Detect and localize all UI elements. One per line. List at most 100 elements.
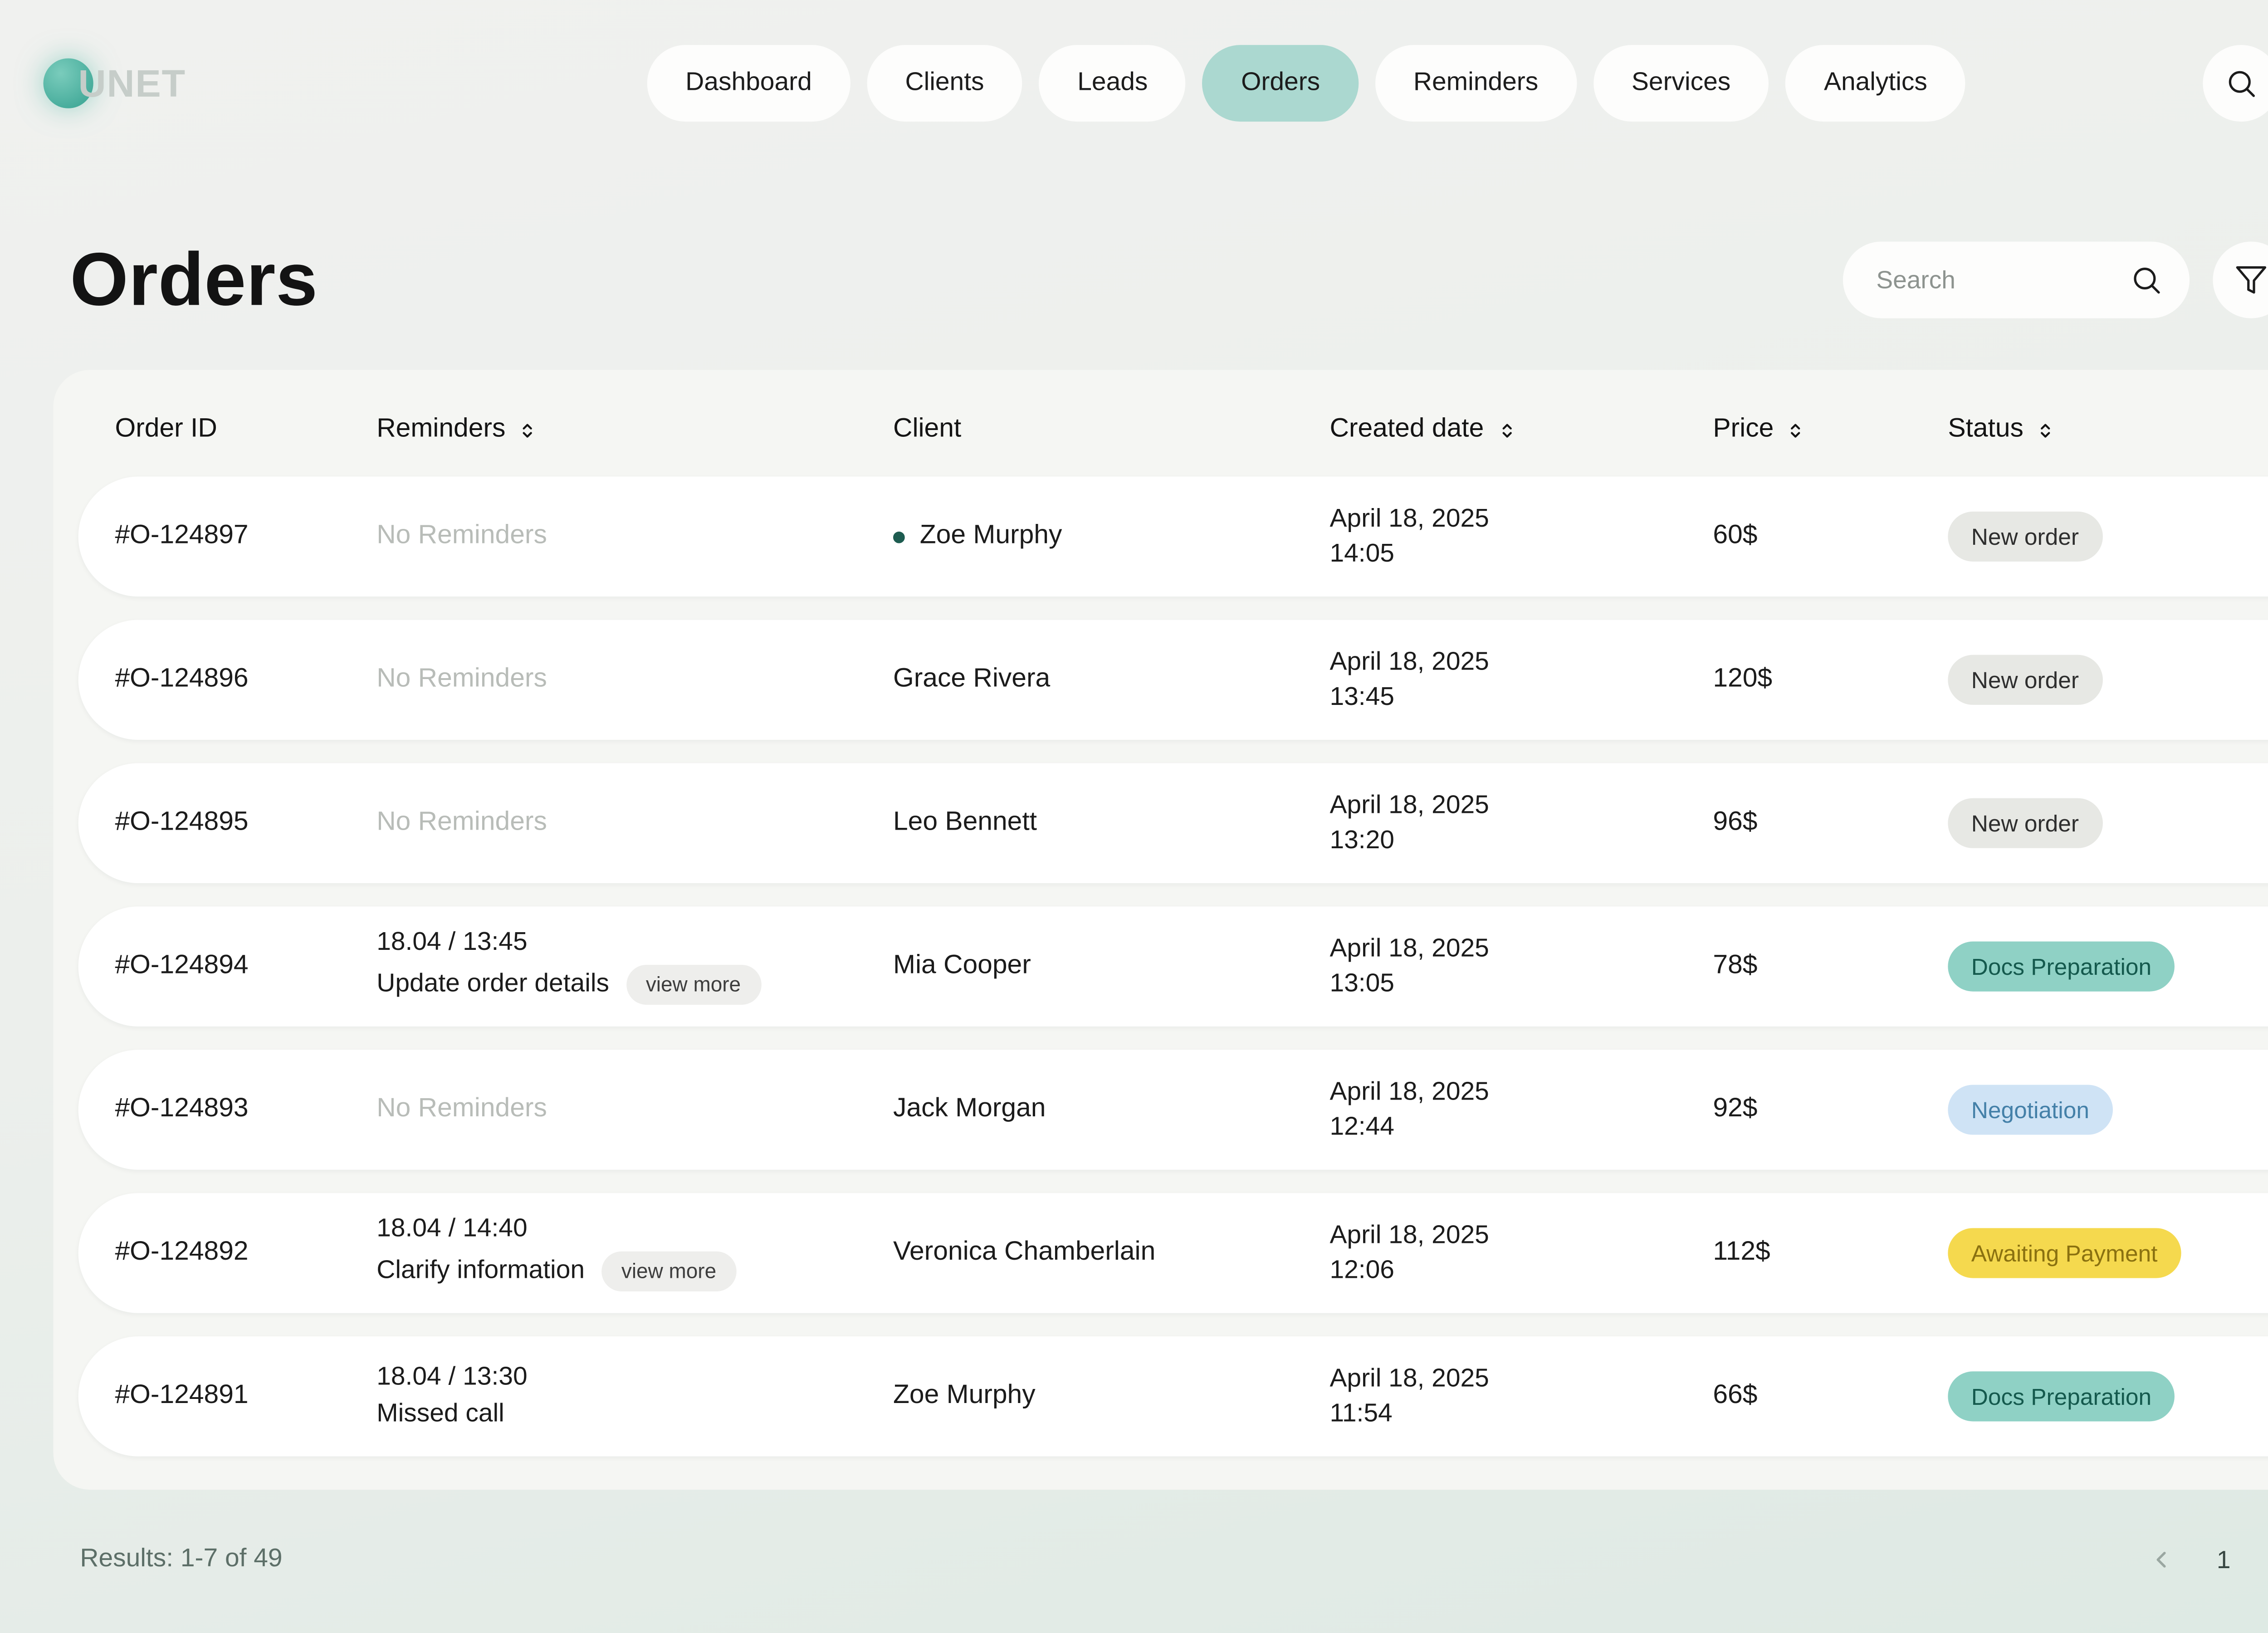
client-name: Mia Cooper xyxy=(893,952,1031,982)
table-header: Order ID Reminders Client Created date P… xyxy=(78,393,2268,467)
status-cell: New order xyxy=(1948,655,2268,705)
nav-item-reminders[interactable]: Reminders xyxy=(1375,45,1576,122)
client-cell: Jack Morgan xyxy=(893,1095,1330,1125)
status-badge: Docs Preparation xyxy=(1948,1371,2175,1421)
reminder: 18.04 / 13:45 Update order details view … xyxy=(376,928,761,1005)
order-id: #O-124891 xyxy=(115,1381,376,1411)
client-name: Zoe Murphy xyxy=(920,522,1062,552)
page-button-1[interactable]: 1 xyxy=(2197,1533,2250,1587)
client-cell: Grace Rivera xyxy=(893,665,1330,695)
created-time: 13:20 xyxy=(1330,826,1394,856)
page-button-2[interactable]: 2 xyxy=(2258,1533,2268,1587)
filter-icon xyxy=(2234,263,2268,296)
created-date: April 18, 2025 xyxy=(1330,647,1489,677)
pagination: 1 2 3 ... 7 xyxy=(2136,1533,2268,1587)
results-count: Results: 1-7 of 49 xyxy=(80,1545,282,1574)
price-cell: 66$ xyxy=(1713,1381,1948,1411)
search-icon xyxy=(2224,67,2258,100)
reminder-cell: 18.04 / 13:30 Missed call xyxy=(376,1363,893,1430)
created-date: April 18, 2025 xyxy=(1330,504,1489,534)
nav-item-dashboard[interactable]: Dashboard xyxy=(647,45,850,122)
created-date: April 18, 2025 xyxy=(1330,1077,1489,1107)
client-name: Leo Bennett xyxy=(893,808,1037,838)
search-input[interactable] xyxy=(1876,266,2116,294)
sort-icon xyxy=(517,419,539,441)
created-time: 11:54 xyxy=(1330,1399,1392,1429)
created-date-cell: April 18, 202512:44 xyxy=(1330,1077,1713,1142)
column-created-date[interactable]: Created date xyxy=(1330,415,1713,445)
sort-icon xyxy=(1496,419,1517,441)
created-date: April 18, 2025 xyxy=(1330,1221,1489,1251)
reminder-text: Missed call xyxy=(376,1400,504,1430)
created-time: 13:05 xyxy=(1330,969,1394,999)
reminder-datetime: 18.04 / 13:30 xyxy=(376,1363,527,1393)
prev-page-button[interactable] xyxy=(2136,1533,2189,1587)
sort-icon xyxy=(2035,419,2057,441)
top-bar: UNET Dashboard Clients Leads Orders Remi… xyxy=(0,0,2268,166)
page-controls xyxy=(1843,242,2268,318)
table-row: #O-124897 No Reminders Zoe Murphy April … xyxy=(78,477,2268,596)
page-title: Orders xyxy=(70,237,318,323)
page-head: Orders xyxy=(54,237,2268,323)
client-name: Zoe Murphy xyxy=(893,1381,1036,1411)
client-cell: Mia Cooper xyxy=(893,952,1330,982)
table-row: #O-124892 18.04 / 14:40 Clarify informat… xyxy=(78,1193,2268,1313)
nav-item-orders[interactable]: Orders xyxy=(1203,45,1359,122)
main-nav: Dashboard Clients Leads Orders Reminders… xyxy=(647,45,1966,122)
reminder-datetime: 18.04 / 13:45 xyxy=(376,928,761,958)
created-time: 12:06 xyxy=(1330,1256,1394,1286)
reminder-cell: No Reminders xyxy=(376,808,893,838)
table-body: #O-124897 No Reminders Zoe Murphy April … xyxy=(78,477,2268,1457)
reminder-cell: No Reminders xyxy=(376,522,893,552)
topbar-actions xyxy=(2203,45,2268,122)
table-footer: Results: 1-7 of 49 1 2 3 ... 7 xyxy=(54,1533,2268,1587)
created-date: April 18, 2025 xyxy=(1330,934,1489,964)
created-date-cell: April 18, 2025 12:06 xyxy=(1330,1221,1713,1286)
nav-item-leads[interactable]: Leads xyxy=(1039,45,1186,122)
status-badge: Negotiation xyxy=(1948,1085,2112,1134)
price-cell: 120$ xyxy=(1713,665,1948,695)
created-date-cell: April 18, 2025 13:05 xyxy=(1330,934,1713,999)
nav-item-clients[interactable]: Clients xyxy=(867,45,1022,122)
order-id: #O-124895 xyxy=(115,808,376,838)
chevron-left-icon xyxy=(2149,1546,2175,1573)
table-row: #O-124894 18.04 / 13:45 Update order det… xyxy=(78,906,2268,1026)
view-more-button[interactable]: view more xyxy=(626,965,761,1005)
table-row: #O-124895 No Reminders Leo Bennett April… xyxy=(78,763,2268,883)
nav-item-services[interactable]: Services xyxy=(1593,45,1769,122)
status-cell: New order xyxy=(1948,512,2268,562)
column-reminders[interactable]: Reminders xyxy=(376,415,893,445)
column-price[interactable]: Price xyxy=(1713,415,1948,445)
reminder: 18.04 / 14:40 Clarify information view m… xyxy=(376,1215,736,1291)
reminder-cell: 18.04 / 14:40 Clarify information view m… xyxy=(376,1215,893,1291)
reminder-cell: No Reminders xyxy=(376,665,893,695)
search-box xyxy=(1843,242,2190,318)
brand-logo[interactable]: UNET xyxy=(44,59,186,108)
no-reminders-label: No Reminders xyxy=(376,1095,547,1125)
orders-table: Order ID Reminders Client Created date P… xyxy=(54,370,2268,1490)
client-cell: Leo Bennett xyxy=(893,808,1330,838)
status-badge: New order xyxy=(1948,655,2102,705)
reminder-datetime: 18.04 / 14:40 xyxy=(376,1215,736,1245)
column-status[interactable]: Status xyxy=(1948,415,2268,445)
client-cell: Veronica Chamberlain xyxy=(893,1238,1330,1268)
table-row: #O-124893 No Reminders Jack Morgan April… xyxy=(78,1050,2268,1169)
status-badge: New order xyxy=(1948,512,2102,562)
status-badge: New order xyxy=(1948,798,2102,848)
search-button[interactable] xyxy=(2203,45,2268,122)
view-more-button[interactable]: view more xyxy=(601,1252,736,1291)
created-date-cell: April 18, 202513:45 xyxy=(1330,647,1713,712)
client-active-dot xyxy=(893,531,905,543)
created-date-cell: April 18, 202513:20 xyxy=(1330,791,1713,856)
reminder-cell: 18.04 / 13:45 Update order details view … xyxy=(376,928,893,1005)
price-cell: 78$ xyxy=(1713,952,1948,982)
nav-item-analytics[interactable]: Analytics xyxy=(1785,45,1965,122)
created-time: 14:05 xyxy=(1330,539,1394,569)
table-row: #O-124891 18.04 / 13:30 Missed call Zoe … xyxy=(78,1336,2268,1456)
price-cell: 92$ xyxy=(1713,1095,1948,1125)
created-date-cell: April 18, 202511:54 xyxy=(1330,1364,1713,1429)
filter-button[interactable] xyxy=(2213,242,2268,318)
search-icon[interactable] xyxy=(2130,263,2163,296)
client-name: Grace Rivera xyxy=(893,665,1050,695)
no-reminders-label: No Reminders xyxy=(376,522,547,552)
